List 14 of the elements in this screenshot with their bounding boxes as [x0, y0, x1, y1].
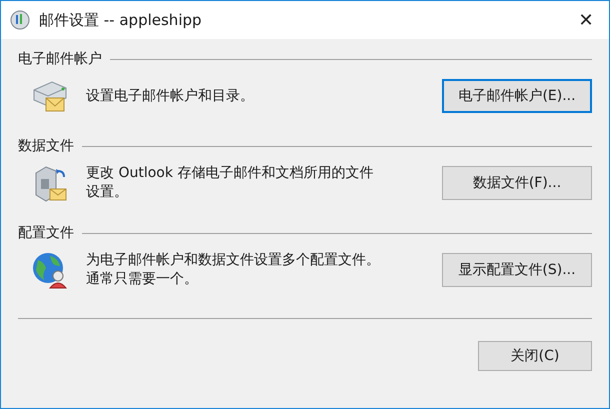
section-description: 更改 Outlook 存储电子邮件和文档所用的文件设置。 — [86, 164, 374, 202]
section-button[interactable]: 电子邮件帐户(E)... — [442, 79, 592, 113]
section-button[interactable]: 数据文件(F)... — [442, 166, 592, 200]
window-title: 邮件设置 -- appleshipp — [39, 10, 202, 31]
globe-user-icon — [30, 250, 70, 290]
app-icon — [9, 9, 31, 31]
section-description: 为电子邮件帐户和数据文件设置多个配置文件。通常只需要一个。 — [86, 251, 381, 289]
close-dialog-button[interactable]: 关闭(C) — [478, 341, 592, 371]
section-description: 设置电子邮件帐户和目录。 — [86, 86, 255, 106]
section-heading: 数据文件 — [18, 137, 74, 156]
section-button[interactable]: 显示配置文件(S)... — [442, 253, 592, 287]
section-heading: 电子邮件帐户 — [18, 50, 102, 69]
section-heading: 配置文件 — [18, 224, 74, 243]
close-button[interactable]: ✕ — [563, 1, 609, 39]
